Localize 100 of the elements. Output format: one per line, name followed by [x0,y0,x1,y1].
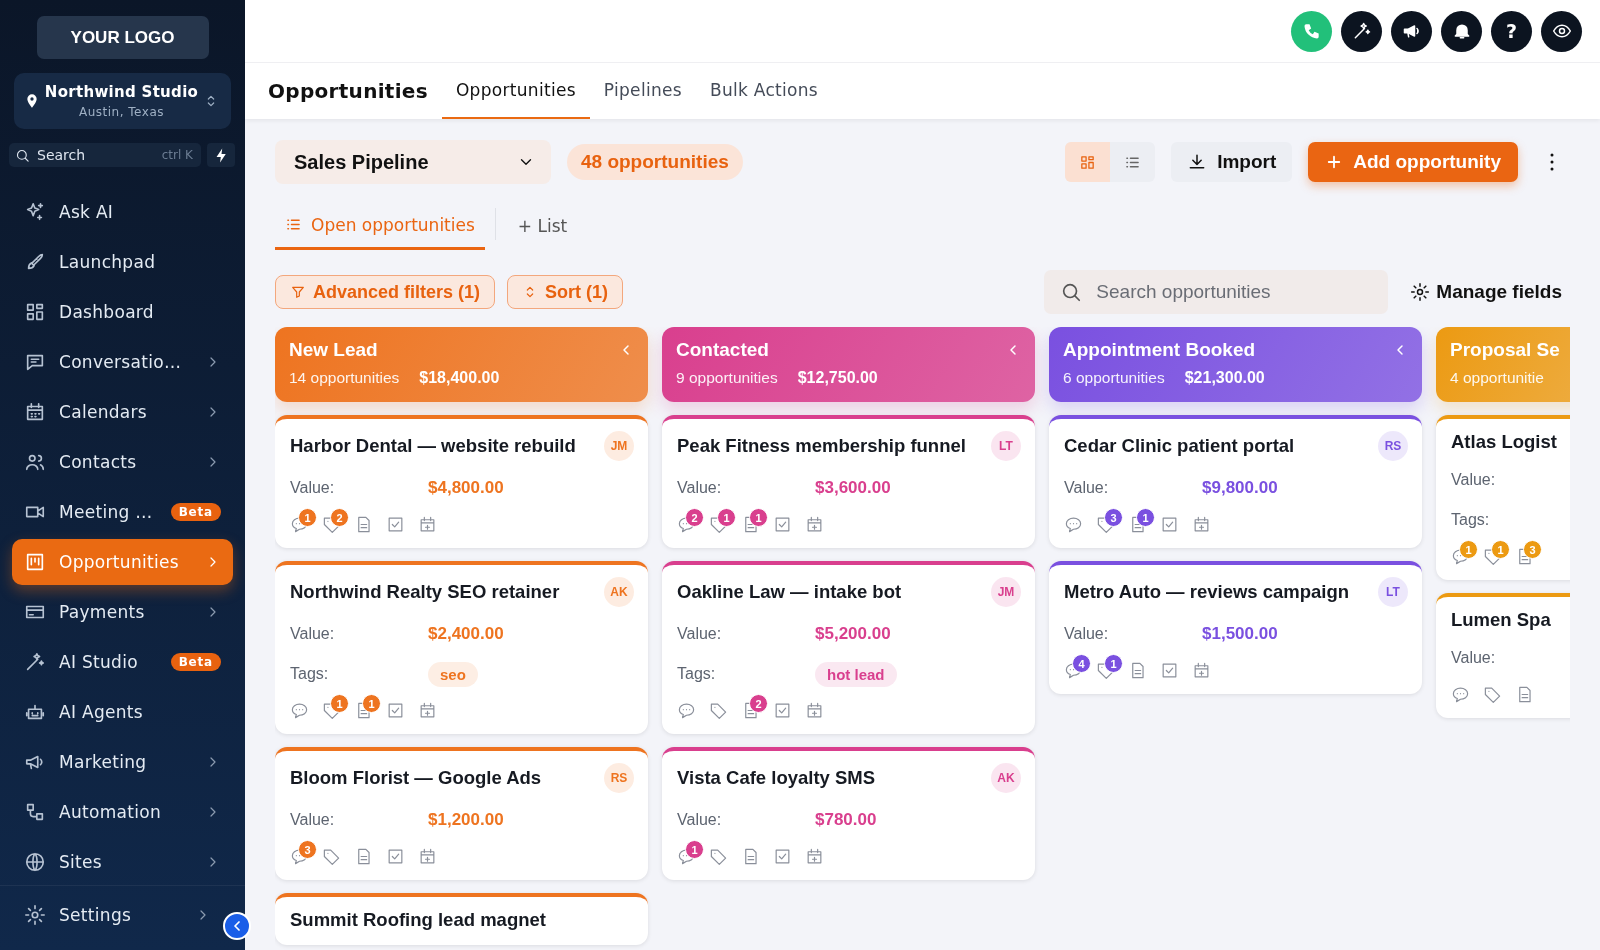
stage-name: Proposal Se [1450,339,1560,361]
add-list-button[interactable]: + List [505,202,580,250]
calendar-plus-icon[interactable] [805,701,824,720]
beta-badge: Beta [170,653,221,671]
tag-icon[interactable] [709,847,728,866]
eye-button[interactable] [1541,10,1582,52]
sidebar-item[interactable]: Automation [12,789,233,835]
chat-bubble-icon[interactable] [290,847,309,866]
opportunity-card[interactable]: Northwind Realty SEO retainer AK Value: $2,400.00 Tags: seo 1 1 [275,561,648,734]
count-badge: 1 [362,694,381,713]
sidebar-item[interactable]: Conversatio… [12,339,233,385]
opportunity-card[interactable]: Bloom Florist — Google Ads RS Value: $1,200.00 3 [275,747,648,880]
chat-bubble-icon[interactable] [290,701,309,720]
notifications-button[interactable] [1441,10,1482,52]
chat-bubble-icon[interactable] [677,847,696,866]
opportunity-card[interactable]: Vista Cafe loyalty SMS AK Value: $780.00 1 [662,747,1035,880]
help-button[interactable]: ? [1491,10,1532,52]
sidebar-item[interactable]: Settings [12,892,223,938]
count-badge: 1 [1491,540,1510,559]
count-badge: 1 [685,840,704,859]
import-button[interactable]: Import [1171,142,1293,182]
calendar-plus-icon[interactable] [418,515,437,534]
checkbox-icon[interactable] [773,847,792,866]
checkbox-icon[interactable] [1160,661,1179,680]
checkbox-icon[interactable] [386,847,405,866]
value-label: Value: [1451,471,1497,489]
opportunity-value: $780.00 [815,810,877,830]
collapse-sidebar-button[interactable] [223,912,251,940]
grid-icon [1079,153,1097,171]
phone-button[interactable] [1291,10,1332,52]
calendar-plus-icon[interactable] [1192,515,1211,534]
opportunity-title: Vista Cafe loyalty SMS [677,767,876,789]
search-field[interactable]: Search ctrl K [9,143,201,167]
search-field[interactable]: Search opportunities [1044,270,1389,314]
opportunity-card[interactable]: Oakline Law — intake bot JM Value: $5,200.00 Tags: hot lead 2 [662,561,1035,734]
chat-bubble-icon[interactable] [290,515,309,534]
value-label: Value: [290,811,336,829]
tag-icon[interactable] [1096,515,1115,534]
opportunity-card[interactable]: Peak Fitness membership funnel LT Value: $3,600.00 2 1 1 [662,415,1035,548]
calendar-plus-icon[interactable] [418,701,437,720]
opportunity-title: Oakline Law — intake bot [677,581,902,603]
chat-bubble-icon[interactable] [677,701,696,720]
chat-bubble-icon[interactable] [1451,685,1470,704]
sidebar-item[interactable]: Ask AI [12,189,233,235]
value-label: Value: [677,625,723,643]
sidebar-item[interactable]: Launchpad [12,239,233,285]
megaphone-button[interactable] [1391,10,1432,52]
count-badge: 1 [298,508,317,527]
chat-bubble-icon[interactable] [677,515,696,534]
tag-icon[interactable] [709,515,728,534]
tag-icon[interactable] [322,847,341,866]
tag-icon[interactable] [1096,661,1115,680]
opportunity-card[interactable]: Metro Auto — reviews campaign LT Value: $1,500.00 4 1 [1049,561,1422,694]
magic-wand-button[interactable] [1341,10,1382,52]
checkbox-icon[interactable] [773,701,792,720]
chat-bubble-icon[interactable] [1064,515,1083,534]
opportunity-card[interactable]: Atlas Logist Value: Tags: 1 1 3 [1436,415,1570,580]
sidebar-item[interactable]: Payments [12,589,233,635]
stage-total: $21,300.00 [1184,369,1265,387]
page-title: Opportunities [268,79,428,103]
checkbox-icon[interactable] [386,701,405,720]
pipeline-select[interactable]: Sales Pipeline [275,140,551,184]
tab[interactable]: Opportunities [441,63,590,119]
sidebar-item[interactable]: Marketing [12,739,233,785]
checkbox-icon[interactable] [386,515,405,534]
opportunity-value: $3,600.00 [815,478,891,498]
calendar-plus-icon[interactable] [1192,661,1211,680]
calendar-plus-icon[interactable] [418,847,437,866]
tag-icon[interactable] [709,701,728,720]
tag-icon[interactable] [322,701,341,720]
tag-icon[interactable] [322,515,341,534]
calendar-plus-icon[interactable] [805,847,824,866]
calendar-plus-icon[interactable] [805,515,824,534]
sidebar-item[interactable]: AI Studio Beta [12,639,233,685]
stage-total: $18,400.00 [419,369,500,387]
location-switcher[interactable]: Northwind Studio Austin, Texas [14,73,231,129]
chat-bubble-icon[interactable] [1451,547,1470,566]
tag-icon[interactable] [1483,685,1502,704]
opportunity-title: Atlas Logist [1451,431,1557,453]
sidebar-item[interactable]: Meeting … Beta [12,489,233,535]
sidebar-item[interactable]: AI Agents [12,689,233,735]
opportunity-card[interactable]: Cedar Clinic patient portal RS Value: $9,800.00 3 1 [1049,415,1422,548]
opportunity-card[interactable]: Harbor Dental — website rebuild JM Value: $4,800.00 1 2 [275,415,648,548]
manage-fields-button[interactable]: Manage fields [1400,281,1570,303]
tab[interactable]: Pipelines [589,63,696,119]
opportunity-card[interactable]: Lumen Spa Value: [1436,593,1570,718]
sidebar-item[interactable]: Contacts [12,439,233,485]
owner-avatar: LT [1378,577,1408,607]
quick-actions-button[interactable] [207,143,235,167]
tab[interactable]: Bulk Actions [695,63,833,119]
opportunity-card[interactable]: Summit Roofing lead magnet [275,893,648,945]
chat-bubble-icon[interactable] [1064,661,1083,680]
checkbox-icon[interactable] [773,515,792,534]
checkbox-icon[interactable] [1160,515,1179,534]
sidebar-item[interactable]: Calendars [12,389,233,435]
sidebar-item[interactable]: Dashboard [12,289,233,335]
count-badge: 1 [330,694,349,713]
grid-view-button[interactable] [1065,142,1111,182]
tag-icon[interactable] [1483,547,1502,566]
sidebar-item[interactable]: Sites [12,839,233,885]
